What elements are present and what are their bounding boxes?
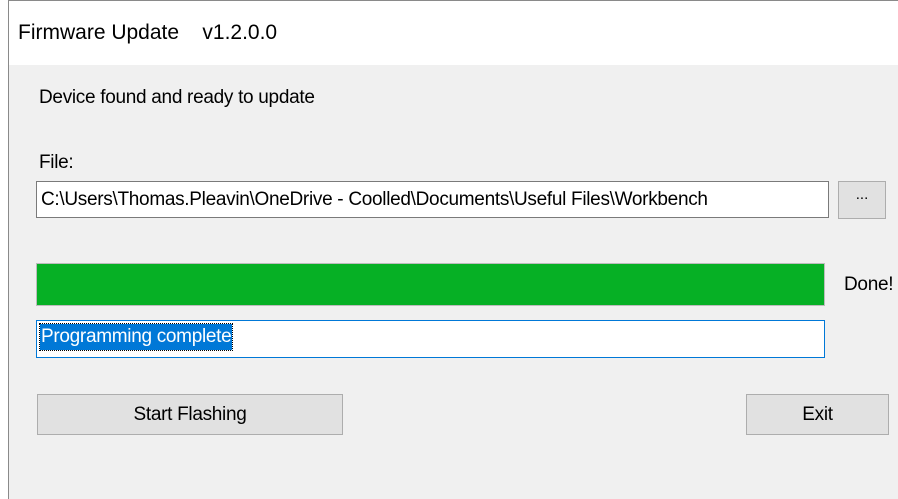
progress-bar bbox=[36, 263, 825, 306]
progress-fill bbox=[37, 264, 824, 305]
firmware-update-window: Firmware Update v1.2.0.0 Device found an… bbox=[8, 0, 898, 499]
file-path-field[interactable]: C:\Users\Thomas.Pleavin\OneDrive - Cooll… bbox=[36, 181, 829, 218]
exit-button[interactable]: Exit bbox=[746, 394, 889, 435]
file-label: File: bbox=[39, 152, 74, 173]
title-bar: Firmware Update v1.2.0.0 bbox=[9, 1, 898, 65]
window-title: Firmware Update v1.2.0.0 bbox=[18, 21, 278, 44]
output-text-selected: Programming complete bbox=[38, 323, 234, 351]
browse-button[interactable]: ... bbox=[838, 181, 886, 219]
start-flashing-button[interactable]: Start Flashing bbox=[37, 394, 343, 435]
progress-status-label: Done! bbox=[844, 274, 894, 295]
output-field[interactable]: Programming complete bbox=[36, 320, 825, 358]
device-status-text: Device found and ready to update bbox=[39, 87, 315, 108]
